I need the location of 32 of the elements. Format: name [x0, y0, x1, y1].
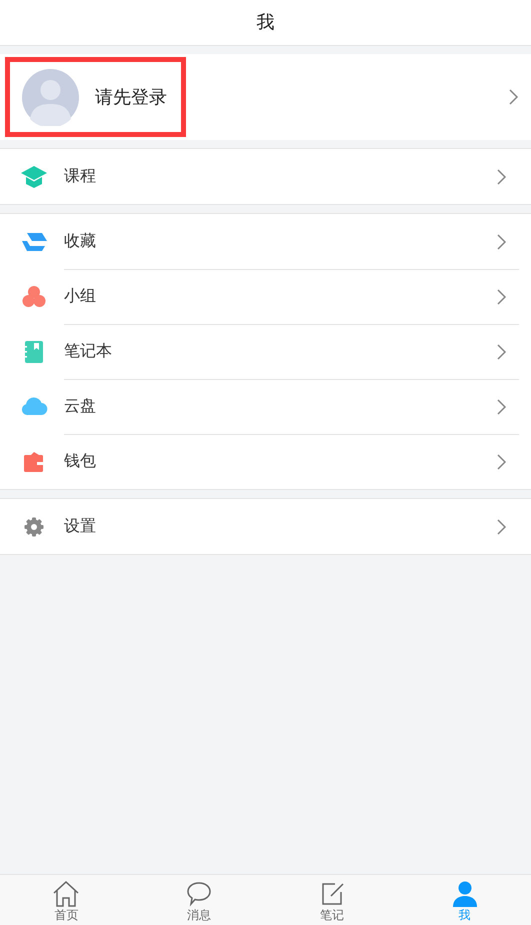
menu-label: 云盘	[64, 397, 96, 417]
tab[interactable]: 笔记	[266, 875, 398, 925]
menu-label: 笔记本	[64, 342, 112, 362]
chevron-right-icon	[507, 89, 519, 105]
person-icon	[450, 880, 479, 908]
chevron-right-icon	[495, 518, 507, 534]
login-prompt: 请先登录	[95, 86, 167, 108]
menu-item[interactable]: 课程	[0, 149, 531, 204]
menu-label: 小组	[64, 286, 96, 307]
menu-item[interactable]: 钱包	[0, 434, 531, 489]
page-title: 我	[256, 11, 274, 34]
chevron-right-icon	[495, 399, 507, 415]
menu-label: 设置	[64, 516, 96, 536]
chevron-right-icon	[495, 168, 507, 184]
avatar-icon	[22, 68, 79, 126]
menu-item[interactable]: 设置	[0, 499, 531, 554]
menu-item[interactable]: 小组	[0, 269, 531, 324]
tab[interactable]: 首页	[0, 875, 133, 925]
speech-bubble-icon	[185, 880, 214, 908]
menu-item[interactable]: 云盘	[0, 379, 531, 434]
tab[interactable]: 消息	[132, 875, 266, 925]
login-row[interactable]: 请先登录	[0, 54, 531, 140]
chevron-right-icon	[495, 344, 507, 360]
chevron-right-icon	[495, 234, 507, 250]
chevron-right-icon	[495, 454, 507, 470]
chevron-right-icon	[495, 289, 507, 305]
menu-item[interactable]: 笔记本	[0, 324, 531, 379]
menu-label: 课程	[64, 166, 96, 186]
menu-label: 收藏	[64, 232, 96, 252]
menu-label: 钱包	[64, 452, 96, 472]
home-icon	[52, 880, 80, 908]
menu-item[interactable]: 收藏	[0, 214, 531, 269]
